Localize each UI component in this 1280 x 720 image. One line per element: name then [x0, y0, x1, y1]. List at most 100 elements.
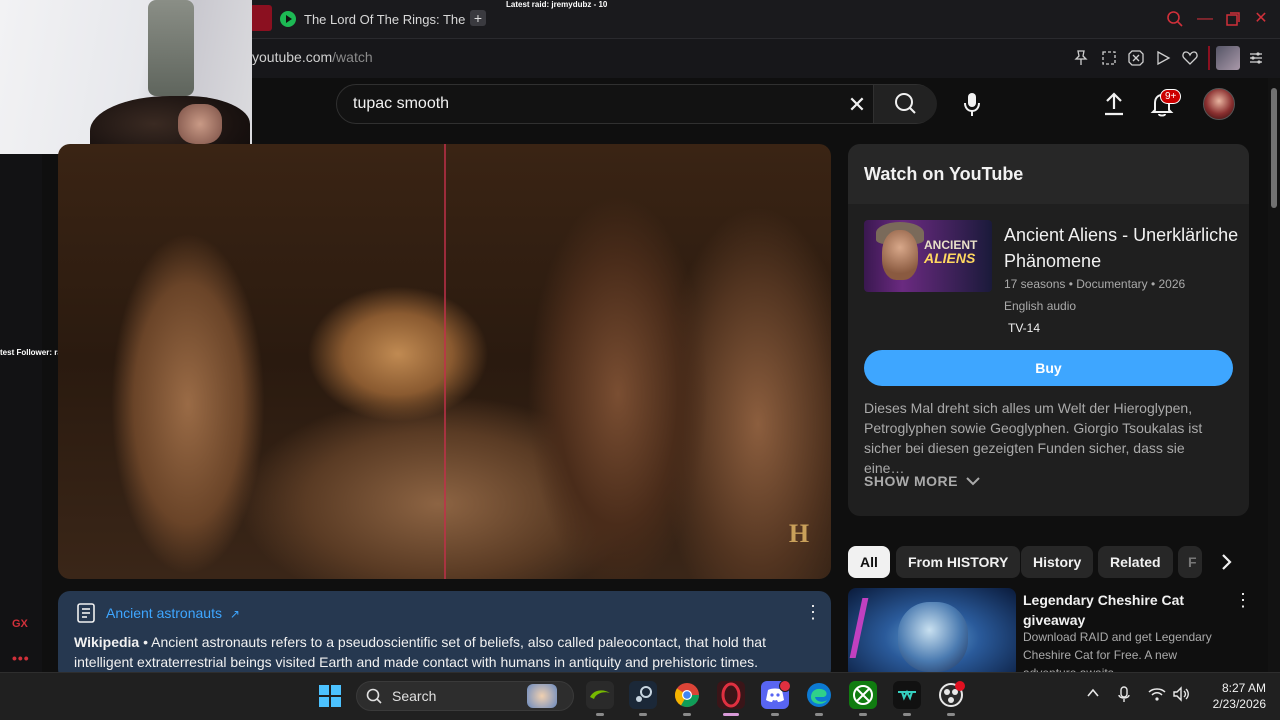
steam-icon[interactable]	[629, 681, 657, 709]
info-panel-more-icon[interactable]: ⋮	[804, 602, 822, 624]
browser-search-icon[interactable]	[1166, 10, 1184, 28]
browser-tab-pinned[interactable]	[250, 5, 272, 31]
toolbar-divider	[1208, 46, 1210, 70]
new-tab-button[interactable]: +	[470, 10, 486, 26]
tab-title: The Lord Of The Rings: The	[304, 11, 466, 27]
obs-running-indicator	[947, 713, 955, 716]
thumbnail-face	[882, 230, 918, 280]
ad-thumbnail-cat	[898, 602, 968, 672]
notification-badge: 9+	[1160, 89, 1182, 104]
ad-title[interactable]: Legendary Cheshire Cat giveaway	[1023, 590, 1223, 630]
volume-icon[interactable]	[1172, 686, 1190, 705]
nvidia-running-indicator	[596, 713, 604, 716]
pin-icon[interactable]	[1072, 49, 1090, 67]
streaming-app-icon[interactable]	[893, 681, 921, 709]
ad-description: Download RAID and get Legendary Cheshire…	[1023, 630, 1212, 672]
sidebar-more-icon[interactable]: •••	[12, 650, 30, 666]
minimize-button[interactable]: —	[1196, 10, 1214, 28]
webcam-face	[178, 104, 222, 144]
gx-sidebar	[0, 78, 42, 672]
chip-related[interactable]: Related	[1098, 546, 1173, 578]
windows-icon	[319, 685, 341, 707]
chevron-down-icon	[966, 477, 980, 486]
account-avatar[interactable]	[1203, 88, 1235, 120]
search-button[interactable]	[873, 85, 937, 123]
webcam-coat	[148, 0, 194, 96]
wiki-source: Wikipedia	[74, 634, 140, 650]
maximize-button[interactable]	[1224, 10, 1242, 28]
close-window-button[interactable]: ✕	[1252, 10, 1270, 28]
opera-gx-icon[interactable]	[717, 681, 745, 709]
clear-search-icon[interactable]: ✕	[845, 93, 869, 117]
browser-tab-active[interactable]: The Lord Of The Rings: The	[280, 6, 465, 32]
watch-panel-heading: Watch on YouTube	[864, 164, 1024, 184]
discord-badge	[779, 680, 791, 692]
edge-running-indicator	[815, 713, 823, 716]
scrollbar-thumb[interactable]	[1271, 88, 1277, 208]
wiki-topic-label: Ancient astronauts	[106, 605, 222, 621]
chips-next-button[interactable]	[1212, 548, 1240, 576]
external-link-icon: ↗	[229, 607, 240, 621]
wifi-icon[interactable]	[1148, 686, 1166, 705]
flow-icon[interactable]	[1154, 49, 1172, 67]
streaming-running-indicator	[903, 713, 911, 716]
chip-partial[interactable]: F	[1178, 546, 1202, 578]
chip-history[interactable]: History	[1021, 546, 1094, 578]
xbox-icon[interactable]	[849, 681, 877, 709]
nvidia-icon[interactable]	[586, 681, 614, 709]
history-watermark: H	[788, 519, 810, 548]
ad-more-icon[interactable]: ⋮	[1234, 590, 1252, 612]
chrome-running-indicator	[683, 713, 691, 716]
steam-running-indicator	[639, 713, 647, 716]
edge-icon[interactable]	[805, 681, 833, 709]
wiki-article-icon	[76, 602, 96, 624]
ad-thumbnail[interactable]	[848, 588, 1016, 678]
taskbar-search[interactable]	[356, 681, 574, 711]
gx-control-icon[interactable]: GX	[12, 618, 28, 630]
ad-thumbnail-streak	[849, 598, 869, 658]
obs-recording-badge	[955, 681, 965, 691]
microphone-icon	[964, 93, 980, 116]
chevron-right-icon	[1222, 554, 1232, 570]
chip-all[interactable]: All	[848, 546, 890, 578]
tray-mic-icon[interactable]	[1117, 686, 1131, 707]
url-field[interactable]: youtube.com/watch	[252, 49, 373, 65]
search-input[interactable]	[353, 85, 833, 123]
show-audio: English audio	[1004, 299, 1077, 313]
show-thumbnail[interactable]: ANCIENT ALIENS	[864, 220, 992, 292]
snapshot-icon[interactable]	[1100, 49, 1118, 67]
tray-overflow-icon[interactable]	[1086, 686, 1100, 703]
discord-running-indicator	[771, 713, 779, 716]
heart-icon[interactable]	[1181, 49, 1199, 67]
buy-button[interactable]: Buy	[864, 350, 1233, 386]
create-button[interactable]	[1100, 90, 1128, 118]
wiki-topic-link[interactable]: Ancient astronauts ↗	[106, 605, 240, 621]
webcam-overlay	[0, 0, 252, 154]
taskbar-clock[interactable]: 8:27 AM 2/23/2026	[1196, 680, 1266, 712]
opera-active-indicator	[723, 713, 739, 716]
video-overlay-line	[444, 144, 446, 579]
clock-date: 2/23/2026	[1212, 697, 1266, 711]
taskbar-search-icon	[366, 688, 382, 704]
wiki-summary: Wikipedia • Ancient astronauts refers to…	[74, 632, 814, 672]
upload-icon	[1105, 92, 1123, 116]
easy-setup-icon[interactable]	[1247, 49, 1265, 67]
xbox-running-indicator	[859, 713, 867, 716]
watch-panel-header: Watch on YouTube	[848, 144, 1249, 204]
show-more-button[interactable]: SHOW MORE	[864, 473, 980, 489]
profile-avatar[interactable]	[1216, 46, 1240, 70]
chip-from-history[interactable]: From HISTORY	[896, 546, 1021, 578]
start-button[interactable]	[318, 684, 342, 708]
adblock-icon[interactable]	[1127, 49, 1145, 67]
taskbar-search-label: Search	[392, 688, 437, 704]
raid-overlay: Latest raid: jremydubz - 10	[506, 0, 608, 9]
content-rating: TV-14	[1008, 321, 1041, 335]
spotify-icon	[280, 11, 296, 27]
wiki-summary-text: • Ancient astronauts refers to a pseudos…	[74, 634, 766, 670]
voice-search-button[interactable]	[960, 90, 984, 118]
chrome-icon[interactable]	[673, 681, 701, 709]
show-title[interactable]: Ancient Aliens - Unerklärliche Phänomene	[1004, 222, 1240, 274]
url-path: /watch	[332, 49, 373, 65]
search-bar: ✕	[336, 84, 937, 124]
show-description: Dieses Mal dreht sich alles um Welt der …	[864, 400, 1203, 476]
